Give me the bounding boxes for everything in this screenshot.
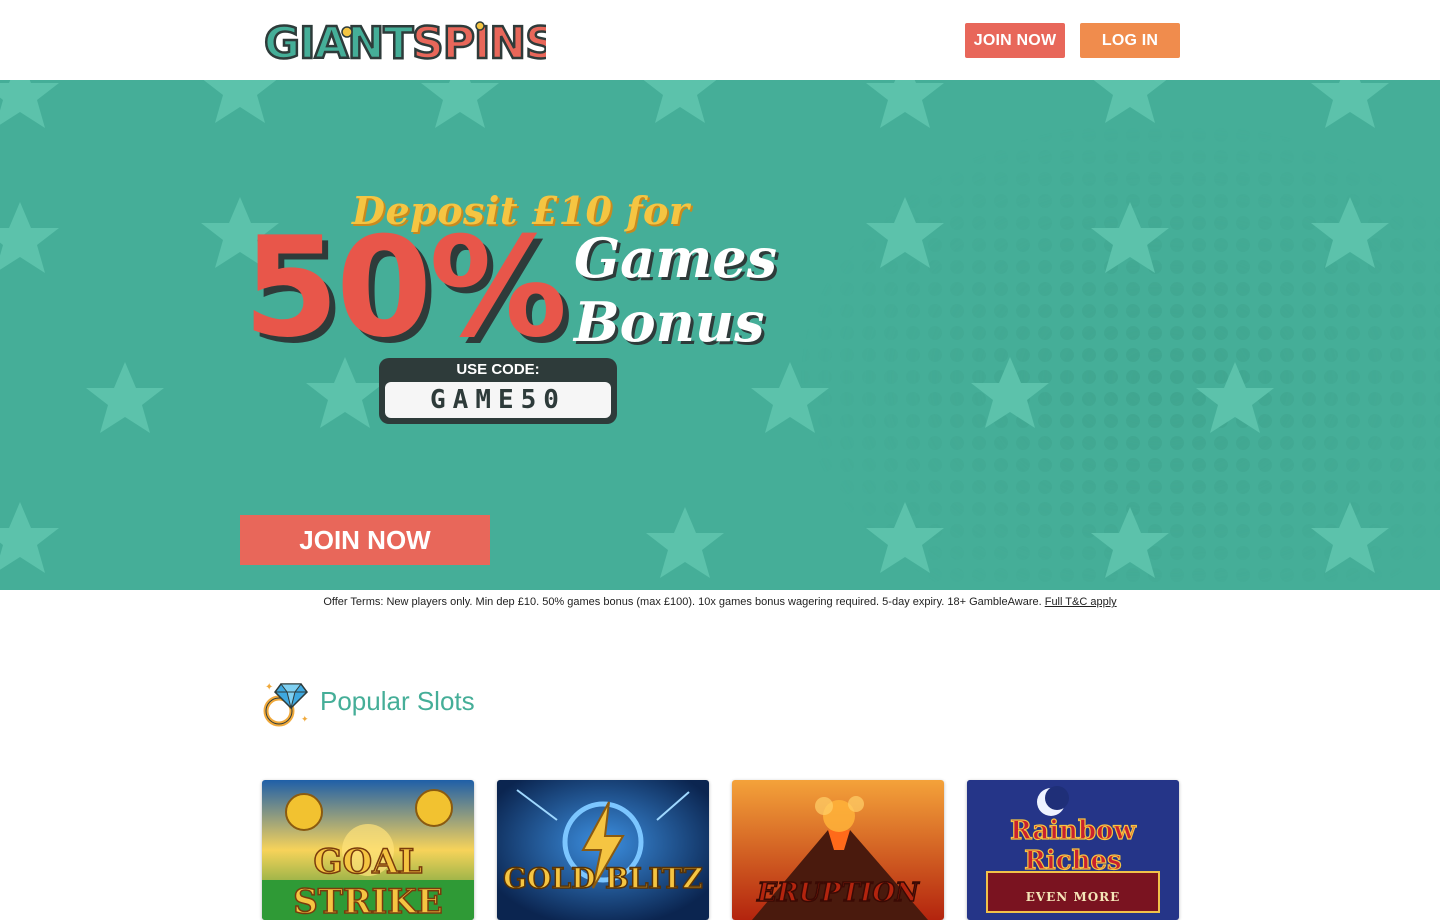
promo-code-value: GAME50	[385, 382, 611, 418]
slot-tile-eruption[interactable]: ERUPTION	[732, 780, 944, 920]
slot-subtitle-rainbow-riches: EVEN MORE	[1025, 890, 1121, 904]
join-now-button-hero[interactable]: JOIN NOW	[240, 515, 490, 565]
slot-tile-goal-strike[interactable]: GOAL STRIKE	[262, 780, 474, 920]
log-in-button[interactable]: LOG IN	[1080, 23, 1180, 58]
promo-bonus-text: Bonus	[574, 290, 765, 354]
offer-terms: Offer Terms: New players only. Min dep £…	[0, 596, 1440, 608]
giant-spins-logo[interactable]: GIANT SPINS	[262, 12, 546, 68]
site-header: GIANT SPINS JOIN NOW LOG IN	[0, 0, 1440, 80]
promo-percent-text: 50%	[243, 207, 567, 368]
popular-slots-title: Popular Slots	[320, 686, 475, 716]
svg-text:GIANT: GIANT	[264, 18, 413, 68]
promo-code-label: USE CODE:	[456, 361, 540, 378]
slot-tile-rainbow-riches[interactable]: Rainbow Riches EVEN MORE	[967, 780, 1179, 920]
svg-text:✦: ✦	[301, 714, 309, 724]
full-tc-link[interactable]: Full T&C apply	[1045, 596, 1117, 608]
slot-title-eruption: ERUPTION	[756, 877, 919, 909]
svg-text:✦: ✦	[265, 682, 273, 693]
promo-code-box: USE CODE: GAME50	[379, 358, 617, 424]
promo-games-text: Games	[574, 226, 778, 290]
gold-blitz-thumbnail	[497, 780, 709, 920]
slot-tile-gold-blitz[interactable]: GOLD BLITZ	[497, 780, 709, 920]
slot-title-rainbow-riches: Rainbow Riches	[1010, 815, 1137, 876]
diamond-ring-icon: ✦ ✦	[261, 678, 311, 728]
slot-title-gold-blitz: GOLD BLITZ	[502, 861, 703, 896]
offer-terms-text: Offer Terms: New players only. Min dep £…	[323, 596, 1045, 608]
slot-title-goal-strike: GOAL STRIKE	[293, 841, 444, 920]
join-now-button-header[interactable]: JOIN NOW	[965, 23, 1065, 58]
hero-banner: Deposit £10 for 50% Games Bonus USE CODE…	[0, 80, 1440, 590]
